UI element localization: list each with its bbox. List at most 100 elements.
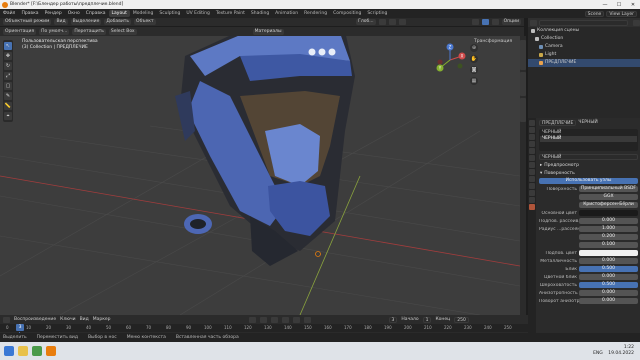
explorer-icon[interactable] [18,346,28,356]
options-dropdown[interactable]: Опции [501,19,521,25]
menu-playback[interactable]: Воспроизведение [14,317,56,322]
jump-start-icon[interactable] [248,316,256,323]
prev-keyframe-icon[interactable] [259,316,267,323]
outliner-search-input[interactable] [539,19,628,26]
tab-scripting[interactable]: Scripting [364,10,390,17]
measure-tool-icon[interactable]: 📏 [4,102,12,110]
transform-tool-icon[interactable]: ▢ [4,82,12,90]
menu-select[interactable]: Выделение [70,19,102,25]
keyboard-layout[interactable]: ENG [593,351,603,356]
helmet-model[interactable] [175,36,355,266]
move-tool-icon[interactable]: ✥ [4,52,12,60]
viewport-shading-render-icon[interactable] [491,19,499,25]
sidebar-tab-view[interactable] [520,98,526,122]
orientation-dropdown[interactable]: Глоб... [356,19,376,25]
metallic-field[interactable]: 0.000 [579,258,638,264]
default-orientation-dropdown[interactable]: По умолч... [39,28,70,35]
tab-rendering[interactable]: Rendering [301,10,330,17]
material-tab-icon[interactable] [529,204,535,210]
outliner-row-light[interactable]: Light [528,51,640,59]
tab-uv-editing[interactable]: UV Editing [183,10,212,17]
world-tab-icon[interactable] [529,155,535,161]
drag-dropdown[interactable]: Перетащить [72,28,106,35]
cursor-tool-icon[interactable]: ⌖ [4,112,12,120]
pan-hand-icon[interactable]: ✋ [470,55,478,63]
select-box-dropdown[interactable]: Select Box [108,28,137,35]
minimize-button[interactable]: — [598,2,612,8]
tool-tab-icon[interactable] [529,120,535,126]
material-slot-item[interactable]: ЧЕРНЫЙ [540,136,637,142]
material-slot-list[interactable]: ЧЕРНЫЙ ЧЕРНЫЙ [539,129,638,151]
orientation-mode-dropdown[interactable]: Ориентация [3,28,37,35]
windows-start-icon[interactable] [4,346,14,356]
menu-render[interactable]: Рендер [42,11,65,16]
maximize-button[interactable]: ☐ [612,2,626,8]
subsurface-radius-z-field[interactable]: 0.100 [579,242,638,248]
specular-field[interactable]: 0.500 [579,266,638,272]
playhead[interactable]: 3 [16,324,24,331]
outliner-row-collection[interactable]: Collection [528,35,640,43]
timeline-editor-type-icon[interactable] [3,316,10,323]
menu-add[interactable]: Добавить [104,19,132,25]
menu-help[interactable]: Справка [83,11,109,16]
menu-file[interactable]: Файл [0,11,18,16]
output-tab-icon[interactable] [529,134,535,140]
menu-view[interactable]: Вид [80,317,89,322]
navigation-gizmo[interactable]: X Y Z [432,42,468,78]
tab-modeling[interactable]: Modeling [130,10,156,17]
menu-object[interactable]: Объект [134,19,156,25]
menu-edit[interactable]: Правка [18,11,41,16]
start-frame-field[interactable]: 1 [422,316,432,323]
current-frame-field[interactable]: 3 [388,316,398,323]
preview-section[interactable]: ▸ Предпросмотр [537,161,640,169]
subsurface-radius-y-field[interactable]: 0.200 [579,234,638,240]
outliner-row-scene-collection[interactable]: Коллекция сцены [528,27,640,35]
subsurface-method-dropdown[interactable]: Кристоферсен-Бёрли [579,202,638,208]
play-icon[interactable] [281,316,289,323]
outliner-display-mode-icon[interactable] [530,19,537,26]
outliner-row-camera[interactable]: Camera [528,43,640,51]
tab-texture-paint[interactable]: Texture Paint [213,10,248,17]
zoom-icon[interactable]: ⊕ [470,44,478,52]
roughness-field[interactable]: 0.500 [579,282,638,288]
modifier-tab-icon[interactable] [529,169,535,175]
mode-dropdown[interactable]: Объектный режим [3,19,52,25]
physics-tab-icon[interactable] [529,183,535,189]
browser-icon[interactable] [32,346,42,356]
anisotropic-field[interactable]: 0.000 [579,290,638,296]
blender-taskbar-icon[interactable] [46,346,56,356]
menu-view[interactable]: Вид [54,19,68,25]
tab-layout[interactable]: Layout [108,10,130,17]
perspective-grid-icon[interactable]: ▦ [470,77,478,85]
view-layer-selector[interactable]: View Layer [606,10,637,17]
sidebar-tab-tool[interactable] [520,72,526,96]
subsurface-color-swatch[interactable] [579,250,638,256]
next-keyframe-icon[interactable] [292,316,300,323]
object-name-field[interactable]: ПРЕДПЛЕЧИЕ [539,119,577,126]
menu-keying[interactable]: Ключи [60,317,75,322]
proportional-icon[interactable] [398,19,406,25]
transform-panel-label[interactable]: Трансформация [474,39,512,44]
annotate-tool-icon[interactable]: ✎ [4,92,12,100]
outliner-row-active-object[interactable]: ПРЕДПЛЕЧИЕ [528,59,640,67]
surface-section[interactable]: ▾ Поверхность [537,169,640,177]
pivot-icon[interactable] [378,19,386,25]
tab-compositing[interactable]: Compositing [330,10,364,17]
distribution-dropdown[interactable]: GGX [579,194,638,200]
material-name-field[interactable]: ЧЕРНЫЙ [539,154,638,160]
tab-sculpting[interactable]: Sculpting [156,10,183,17]
anisotropic-rotation-field[interactable]: 0.000 [579,298,638,304]
filter-icon[interactable] [633,19,640,26]
play-reverse-icon[interactable] [270,316,278,323]
subsurface-radius-x-field[interactable]: 1.000 [579,226,638,232]
base-color-swatch[interactable] [579,210,638,216]
sidebar-tab-item[interactable] [520,40,526,70]
view-layer-tab-icon[interactable] [529,141,535,147]
surface-shader-dropdown[interactable]: Принципиальный BSDF [579,186,638,192]
specular-tint-field[interactable]: 0.000 [579,274,638,280]
scene-tab-icon[interactable] [529,148,535,154]
close-button[interactable]: ✕ [626,2,640,8]
data-tab-icon[interactable] [529,197,535,203]
tab-animation[interactable]: Animation [272,10,301,17]
scale-tool-icon[interactable]: ⤢ [4,72,12,80]
